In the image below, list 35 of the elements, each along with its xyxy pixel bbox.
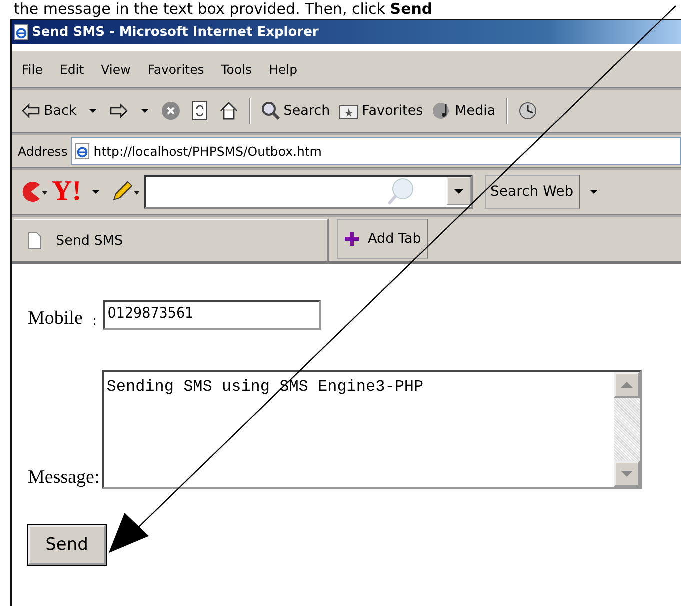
dropdown-caret-icon[interactable] — [92, 190, 100, 194]
plus-icon — [344, 231, 360, 247]
menu-item[interactable]: File — [22, 60, 43, 78]
dropdown-caret-icon[interactable] — [590, 190, 598, 194]
address-label: Address — [18, 144, 68, 158]
message-label: Message: — [28, 467, 100, 489]
dropdown-caret-icon[interactable] — [140, 109, 149, 113]
back-arrow-icon — [21, 101, 41, 121]
search-web-button[interactable]: Search Web — [484, 175, 580, 209]
menu-item[interactable]: Help — [269, 60, 298, 78]
search-field[interactable] — [144, 175, 473, 209]
toolbar-button[interactable]: Favorites — [336, 99, 426, 123]
browser-logo-icon — [14, 24, 29, 40]
menu-item[interactable]: View — [101, 60, 131, 78]
magnifier-icon — [386, 177, 416, 207]
send-button[interactable]: Send — [28, 525, 106, 565]
search-icon — [260, 101, 281, 121]
add-tab-button[interactable]: Add Tab — [337, 219, 428, 259]
address-field[interactable]: http://localhost/PHPSMS/Outbox.htm — [70, 137, 681, 165]
window-title: Send SMS - Microsoft Internet Explorer — [32, 24, 319, 40]
dropdown-caret-icon[interactable] — [88, 109, 97, 113]
menu-item[interactable]: Tools — [221, 60, 252, 78]
menu-item[interactable]: Favorites — [148, 60, 204, 78]
browser-tab[interactable]: Send SMS — [14, 219, 329, 261]
toolbar-button[interactable]: Search — [258, 99, 334, 123]
mobile-field[interactable]: 0129873561 — [102, 300, 321, 330]
menu-item[interactable]: Edit — [60, 60, 84, 78]
colon-text: : — [92, 314, 97, 330]
mobile-label: Mobile — [28, 308, 83, 330]
page-icon — [74, 142, 90, 160]
scrollbar[interactable] — [614, 372, 640, 487]
toolbar-button[interactable]: Back — [18, 99, 80, 123]
toolbar-button[interactable]: Media — [429, 99, 499, 123]
page-icon — [28, 232, 42, 250]
caption-text: the message in the text box provided. Then, click Send — [13, 0, 434, 19]
